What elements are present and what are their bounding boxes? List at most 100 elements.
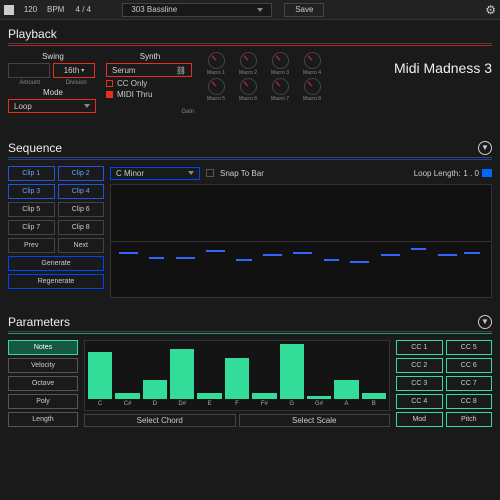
snap-checkbox[interactable] bbox=[206, 169, 214, 177]
preset-selector[interactable]: 303 Bassline bbox=[122, 3, 272, 17]
notes-probability-chart[interactable]: CC#DD#EFF#GG#AB bbox=[84, 340, 390, 411]
preset-name: 303 Bassline bbox=[131, 5, 177, 14]
clip-button-1[interactable]: Clip 1 bbox=[8, 166, 55, 181]
bar-label: G bbox=[289, 401, 294, 407]
loop-length-value: 1 . 0 bbox=[463, 169, 479, 178]
select-chord-button[interactable]: Select Chord bbox=[84, 414, 236, 427]
chevron-down-icon bbox=[188, 171, 194, 175]
clip-button-5[interactable]: Clip 5 bbox=[8, 202, 55, 217]
parameters-collapse-button[interactable]: ▼ bbox=[478, 315, 492, 329]
macro-label: Macro 3 bbox=[271, 70, 289, 76]
macro-label: Macro 4 bbox=[303, 70, 321, 76]
generate-button[interactable]: Generate bbox=[8, 256, 104, 271]
bar-label: B bbox=[372, 401, 376, 407]
macro-label: Macro 7 bbox=[271, 96, 289, 102]
loop-length-label: Loop Length: bbox=[414, 169, 461, 178]
macro-label: Macro 8 bbox=[303, 96, 321, 102]
cc-button-6[interactable]: CC 4 bbox=[396, 394, 443, 409]
clip-button-2[interactable]: Clip 2 bbox=[58, 166, 105, 181]
bar-E[interactable] bbox=[197, 393, 221, 399]
macro-knob-8[interactable] bbox=[304, 78, 321, 95]
chevron-down-icon bbox=[257, 8, 263, 12]
bar-F[interactable] bbox=[225, 358, 249, 399]
cc-button-5[interactable]: CC 7 bbox=[446, 376, 493, 391]
sequence-title: Sequence bbox=[8, 141, 62, 155]
cc-button-3[interactable]: CC 6 bbox=[446, 358, 493, 373]
sequence-collapse-button[interactable]: ▼ bbox=[478, 141, 492, 155]
bpm-label: BPM bbox=[47, 5, 64, 14]
loop-length-slider[interactable] bbox=[482, 169, 492, 177]
param-tab-poly[interactable]: Poly bbox=[8, 394, 78, 409]
clip-button-3[interactable]: Clip 3 bbox=[8, 184, 55, 199]
cc-button-1[interactable]: CC 5 bbox=[446, 340, 493, 355]
param-tab-notes[interactable]: Notes bbox=[8, 340, 78, 355]
clip-button-6[interactable]: Clip 6 bbox=[58, 202, 105, 217]
bar-C[interactable] bbox=[88, 352, 112, 399]
gain-label: Gain bbox=[106, 109, 194, 115]
brand-title: Midi Madness 3 bbox=[394, 60, 492, 76]
bar-label: C# bbox=[124, 401, 132, 407]
macro-knob-3[interactable] bbox=[272, 52, 289, 69]
bar-label: E bbox=[208, 401, 212, 407]
macro-knob-1[interactable] bbox=[208, 52, 225, 69]
clip-button-7[interactable]: Clip 7 bbox=[8, 220, 55, 235]
bpm-value: 120 bbox=[18, 5, 43, 14]
chevron-down-icon bbox=[84, 104, 90, 108]
bar-label: G# bbox=[315, 401, 323, 407]
macro-label: Macro 1 bbox=[207, 70, 225, 76]
cc-button-8[interactable]: Mod bbox=[396, 412, 443, 427]
division-label: Division bbox=[55, 80, 99, 86]
save-button[interactable]: Save bbox=[284, 3, 324, 17]
gear-icon[interactable]: ⚙ bbox=[485, 3, 496, 17]
bar-B[interactable] bbox=[362, 393, 386, 399]
playback-title: Playback bbox=[8, 27, 57, 41]
mode-select[interactable]: Loop bbox=[8, 99, 96, 113]
macro-knob-4[interactable] bbox=[304, 52, 321, 69]
param-tab-length[interactable]: Length bbox=[8, 412, 78, 427]
macro-knob-7[interactable] bbox=[272, 78, 289, 95]
synth-label: Synth bbox=[106, 52, 194, 61]
parameters-title: Parameters bbox=[8, 315, 70, 329]
clip-button-8[interactable]: Clip 8 bbox=[58, 220, 105, 235]
bar-label: D bbox=[153, 401, 157, 407]
param-tab-velocity[interactable]: Velocity bbox=[8, 358, 78, 373]
time-signature: 4 / 4 bbox=[68, 5, 98, 14]
bar-C#[interactable] bbox=[115, 393, 139, 399]
regenerate-button[interactable]: Regenerate bbox=[8, 274, 104, 289]
bar-D#[interactable] bbox=[170, 349, 194, 399]
stop-button[interactable] bbox=[4, 5, 14, 15]
swing-label: Swing bbox=[8, 52, 98, 61]
bar-label: F# bbox=[261, 401, 268, 407]
scale-select[interactable]: C Minor bbox=[110, 167, 200, 180]
macro-knob-5[interactable] bbox=[208, 78, 225, 95]
sequence-canvas[interactable] bbox=[110, 184, 492, 298]
macro-label: Macro 5 bbox=[207, 96, 225, 102]
clip-button-4[interactable]: Clip 4 bbox=[58, 184, 105, 199]
next-button[interactable]: Next bbox=[58, 238, 105, 253]
cc-button-0[interactable]: CC 1 bbox=[396, 340, 443, 355]
synth-select[interactable]: Serum ⛓ bbox=[106, 63, 192, 77]
midi-thru-checkbox[interactable] bbox=[106, 91, 113, 98]
cc-button-7[interactable]: CC 8 bbox=[446, 394, 493, 409]
snap-label: Snap To Bar bbox=[220, 169, 264, 178]
bar-A[interactable] bbox=[334, 380, 358, 399]
param-tab-octave[interactable]: Octave bbox=[8, 376, 78, 391]
bar-G#[interactable] bbox=[307, 396, 331, 399]
macro-knob-2[interactable] bbox=[240, 52, 257, 69]
bar-G[interactable] bbox=[280, 344, 304, 399]
macro-knob-6[interactable] bbox=[240, 78, 257, 95]
cc-button-2[interactable]: CC 2 bbox=[396, 358, 443, 373]
prev-button[interactable]: Prev bbox=[8, 238, 55, 253]
select-scale-button[interactable]: Select Scale bbox=[239, 414, 391, 427]
bar-F#[interactable] bbox=[252, 393, 276, 399]
cc-only-checkbox[interactable] bbox=[106, 80, 113, 87]
bar-label: A bbox=[344, 401, 348, 407]
amount-label: Amount bbox=[8, 80, 52, 86]
cc-button-9[interactable]: Pitch bbox=[446, 412, 493, 427]
bar-label: F bbox=[235, 401, 239, 407]
bar-D[interactable] bbox=[143, 380, 167, 399]
swing-division-select[interactable]: 16th▾ bbox=[53, 63, 95, 78]
cc-button-4[interactable]: CC 3 bbox=[396, 376, 443, 391]
swing-amount-knob[interactable] bbox=[8, 63, 50, 78]
link-icon: ⛓ bbox=[176, 66, 186, 75]
